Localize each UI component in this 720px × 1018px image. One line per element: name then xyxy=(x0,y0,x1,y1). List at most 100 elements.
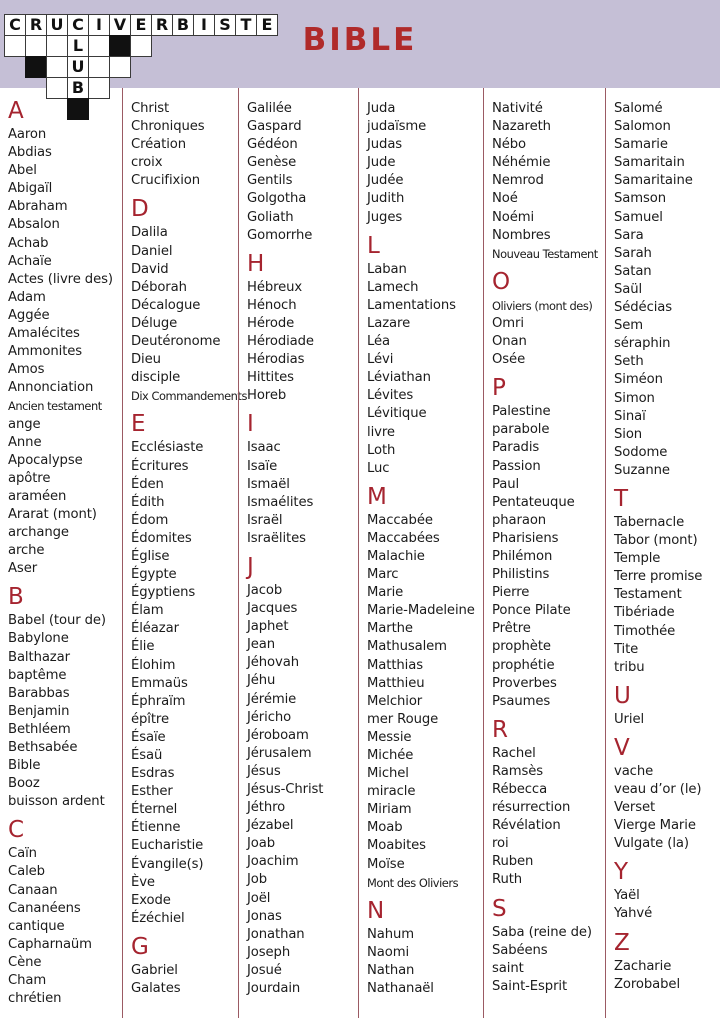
word-entry: Nombres xyxy=(492,227,551,243)
word-entry: Israël xyxy=(247,512,283,528)
word-column-2: Christ Chroniques Création croix Crucifixion… xyxy=(122,88,247,1018)
word-entry: Caïn xyxy=(8,846,37,862)
alphabet-heading-N: N xyxy=(367,897,385,924)
word-entry: Mathusalem xyxy=(367,639,447,655)
word-entry: Tite xyxy=(614,641,639,657)
word-entry: Absalon xyxy=(8,217,60,233)
word-entry: Cananéens xyxy=(8,900,81,916)
word-entry: Sabéens xyxy=(492,942,548,958)
page-header: C R U C I V E R B I S T E L U B BIBLE xyxy=(0,0,720,120)
word-entry: Passion xyxy=(492,458,541,474)
word-entry: Seth xyxy=(614,354,644,370)
word-entry: Judée xyxy=(367,173,404,189)
word-entry: archange xyxy=(8,525,69,541)
word-entry: Simon xyxy=(614,390,655,406)
alphabet-heading-D: D xyxy=(131,196,149,223)
word-entry: Annonciation xyxy=(8,380,94,396)
alphabet-heading-E: E xyxy=(131,411,146,438)
word-entry: Babylone xyxy=(8,631,69,647)
word-entry: Jude xyxy=(367,155,396,171)
word-entry: Lazare xyxy=(367,315,411,331)
word-entry: Michel xyxy=(367,766,409,782)
word-entry: Balthazar xyxy=(8,649,70,665)
word-entry: Proverbes xyxy=(492,675,557,691)
word-entry: Joab xyxy=(247,836,276,852)
word-entry: Achaïe xyxy=(8,253,52,269)
word-entry: Rébecca xyxy=(492,782,548,797)
word-entry: Nathan xyxy=(367,962,415,978)
alphabet-heading-Z: Z xyxy=(614,929,630,956)
word-entry: Maccabées xyxy=(367,530,440,546)
word-entry: Naomi xyxy=(367,944,410,960)
word-entry: Israëlites xyxy=(247,530,306,546)
word-entry: Samaritaine xyxy=(614,173,693,189)
word-entry: Babel (tour de) xyxy=(8,613,106,629)
word-entry: Malachie xyxy=(367,548,425,564)
word-entry: Tabernacle xyxy=(614,514,685,530)
word-entry: Pharisiens xyxy=(492,530,559,546)
word-entry: Paradis xyxy=(492,440,540,456)
word-entry: Dalila xyxy=(131,225,168,241)
word-entry: Messie xyxy=(367,729,412,745)
word-entry: Galates xyxy=(131,981,181,997)
word-entry: Siméon xyxy=(614,372,663,388)
word-entry: Ésaïe xyxy=(131,729,166,745)
word-entry: Sem xyxy=(614,318,644,334)
word-entry: épître xyxy=(131,711,169,727)
word-entry: Amalécites xyxy=(8,326,80,342)
word-entry: Jéthro xyxy=(247,800,286,816)
word-entry: Ecclésiaste xyxy=(131,440,204,456)
word-entry: Saba (reine de) xyxy=(492,924,592,940)
word-entry: Hittites xyxy=(247,370,294,386)
word-entry: résurrection xyxy=(492,800,571,816)
word-entry: Melchior xyxy=(367,693,423,709)
word-entry: Joël xyxy=(247,890,271,906)
word-list-columns: A Aaron Abdias Abel Abigaïl Abraham Absalon Ach… xyxy=(0,88,720,1018)
word-entry: Sédécias xyxy=(614,300,673,316)
word-entry: Bethsabée xyxy=(8,740,78,755)
word-entry: Chroniques xyxy=(131,119,205,135)
word-entry: Abdias xyxy=(8,145,52,161)
word-entry: Luc xyxy=(367,460,390,476)
word-entry: Déborah xyxy=(131,279,187,295)
word-entry: Terre promise xyxy=(614,569,703,585)
word-entry: Jourdain xyxy=(247,981,301,997)
word-entry: Nazareth xyxy=(492,119,551,135)
word-entry: Ève xyxy=(131,874,155,890)
word-entry: Hérodias xyxy=(247,352,305,368)
word-entry: buisson ardent xyxy=(8,794,105,810)
word-entry: Noémi xyxy=(492,209,535,225)
word-entry: Samson xyxy=(614,191,666,207)
alphabet-heading-M: M xyxy=(367,483,387,510)
word-entry: Nathanaël xyxy=(367,981,434,997)
word-entry: Gaspard xyxy=(247,119,302,135)
word-entry: Job xyxy=(247,872,268,888)
word-entry: chrétien xyxy=(8,991,62,1007)
word-entry: Jézabel xyxy=(247,818,294,834)
word-entry: roi xyxy=(492,836,509,852)
word-entry: Esther xyxy=(131,784,173,800)
word-entry: Jéricho xyxy=(247,709,292,725)
word-entry: Nativité xyxy=(492,101,543,116)
word-column-6: Salomé Salomon Samarie Samaritain Samaritain… xyxy=(605,88,720,1018)
word-entry: arche xyxy=(8,543,45,559)
word-entry: tribu xyxy=(614,659,645,675)
word-entry: Galilée xyxy=(247,101,292,116)
word-entry: Décalogue xyxy=(131,297,201,313)
word-entry: Nouveau Testament xyxy=(492,246,598,261)
word-entry: Paul xyxy=(492,476,520,492)
word-entry: Emmaüs xyxy=(131,675,188,691)
word-entry: Ararat (mont) xyxy=(8,506,97,522)
word-entry: Cham xyxy=(8,973,47,989)
word-entry: Goliath xyxy=(247,209,294,225)
word-entry: Ramsès xyxy=(492,763,544,779)
alphabet-heading-J: J xyxy=(247,553,254,580)
word-entry: Édith xyxy=(131,494,165,510)
word-entry: Éden xyxy=(131,476,164,492)
word-entry: Écritures xyxy=(131,458,189,474)
word-entry: Satan xyxy=(614,263,652,279)
word-entry: Pentateuque xyxy=(492,494,575,510)
word-entry: Rachel xyxy=(492,745,536,761)
word-entry: Maccabée xyxy=(367,512,433,528)
word-entry: Judas xyxy=(367,137,403,153)
